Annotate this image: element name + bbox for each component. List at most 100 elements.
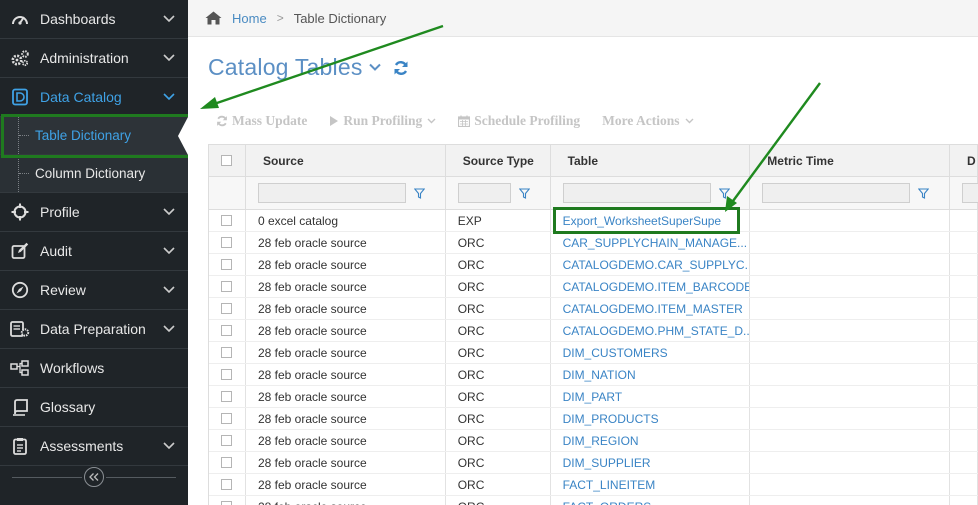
filter-icon[interactable] <box>718 187 730 199</box>
sidebar-collapse-button[interactable] <box>84 467 104 487</box>
column-header-source-type[interactable]: Source Type <box>446 145 551 176</box>
table-row[interactable]: 0 excel catalog EXP Export_WorksheetSuperS… <box>209 210 978 232</box>
chevron-down-icon <box>162 442 176 450</box>
filter-icon[interactable] <box>413 187 425 199</box>
cell-table-link[interactable]: DIM_SUPPLIER <box>551 452 751 473</box>
column-header-source[interactable]: Source <box>246 145 446 176</box>
row-checkbox[interactable] <box>221 325 233 336</box>
column-header-d[interactable]: D <box>950 145 978 176</box>
row-checkbox[interactable] <box>221 215 233 226</box>
row-checkbox[interactable] <box>221 237 233 248</box>
cell-table-link[interactable]: FACT_ORDERS <box>551 496 751 505</box>
gears-icon <box>10 49 30 67</box>
sidebar-item-audit[interactable]: Audit <box>0 232 188 271</box>
cell-table-link[interactable]: Export_WorksheetSuperSupe <box>551 210 751 231</box>
table-row[interactable]: 28 feb oracle source ORC FACT_LINEITEM <box>209 474 978 496</box>
table-row[interactable]: 28 feb oracle source ORC CATALOGDEMO.ITEM_… <box>209 276 978 298</box>
sidebar-item-review[interactable]: Review <box>0 271 188 310</box>
refresh-icon[interactable] <box>393 60 409 76</box>
table-row[interactable]: 28 feb oracle source ORC DIM_NATION <box>209 364 978 386</box>
table-row[interactable]: 28 feb oracle source ORC CAR_SUPPLYCHAIN_M… <box>209 232 978 254</box>
cell-source: 28 feb oracle source <box>246 342 446 363</box>
compass-icon <box>10 281 30 299</box>
sidebar-subitem-column-dictionary[interactable]: Column Dictionary <box>0 155 188 193</box>
row-checkbox[interactable] <box>221 391 233 402</box>
cell-metric-time <box>750 254 951 275</box>
sidebar-item-profile[interactable]: Profile <box>0 193 188 232</box>
cell-table-link[interactable]: DIM_NATION <box>551 364 751 385</box>
breadcrumb-home-link[interactable]: Home <box>232 11 267 26</box>
row-select-cell <box>209 452 246 473</box>
filter-icon[interactable] <box>518 187 530 199</box>
source-filter-input[interactable] <box>257 183 406 203</box>
row-checkbox[interactable] <box>221 369 233 380</box>
mass-update-label: Mass Update <box>232 113 308 128</box>
cell-source-type: ORC <box>446 320 551 341</box>
table-row[interactable]: 28 feb oracle source ORC CATALOGDEMO.CAR_S… <box>209 254 978 276</box>
column-header-metric-time[interactable]: Metric Time <box>750 145 951 176</box>
cell-table-link[interactable]: CATALOGDEMO.CAR_SUPPLYC... <box>551 254 751 275</box>
table-row[interactable]: 28 feb oracle source ORC CATALOGDEMO.ITEM_… <box>209 298 978 320</box>
cell-table-link[interactable]: FACT_LINEITEM <box>551 474 751 495</box>
sidebar-item-assessments[interactable]: Assessments <box>0 427 188 466</box>
cell-table-link[interactable]: DIM_CUSTOMERS <box>551 342 751 363</box>
run-profiling-button[interactable]: Run Profiling <box>329 113 436 129</box>
table-row[interactable]: 28 feb oracle source ORC DIM_PART <box>209 386 978 408</box>
cell-table-link[interactable]: CATALOGDEMO.PHM_STATE_D... <box>551 320 751 341</box>
table-row[interactable]: 28 feb oracle sourceORCFACT_ORDERS <box>209 496 978 505</box>
cell-source: 28 feb oracle source <box>246 298 446 319</box>
sidebar-item-dashboards[interactable]: Dashboards <box>0 0 188 39</box>
cell-source-type: ORC <box>446 254 551 275</box>
row-checkbox[interactable] <box>221 435 233 446</box>
sidebar-item-administration[interactable]: Administration <box>0 39 188 78</box>
cell-table-link[interactable]: DIM_PART <box>551 386 751 407</box>
table-row[interactable]: 28 feb oracle source ORC CATALOGDEMO.PHM_S… <box>209 320 978 342</box>
table-row[interactable]: 28 feb oracle source ORC DIM_CUSTOMERS <box>209 342 978 364</box>
table-row[interactable]: 28 feb oracle source ORC DIM_REGION <box>209 430 978 452</box>
row-checkbox[interactable] <box>221 501 233 505</box>
cell-table-link[interactable]: CATALOGDEMO.ITEM_BARCODE <box>551 276 751 297</box>
row-checkbox[interactable] <box>221 303 233 314</box>
cell-table-link[interactable]: DIM_REGION <box>551 430 751 451</box>
cell-table-link[interactable]: DIM_PRODUCTS <box>551 408 751 429</box>
row-checkbox[interactable] <box>221 413 233 424</box>
source-type-filter-input[interactable] <box>457 183 511 203</box>
sidebar-item-workflows[interactable]: Workflows <box>0 349 188 388</box>
metric-time-filter-input[interactable] <box>762 183 911 203</box>
sidebar-item-data-preparation[interactable]: Data Preparation <box>0 310 188 349</box>
row-select-cell <box>209 496 246 505</box>
row-select-cell <box>209 298 246 319</box>
cell-source: 28 feb oracle source <box>246 474 446 495</box>
mass-update-button[interactable]: Mass Update <box>216 113 307 129</box>
cell-metric-time <box>750 342 951 363</box>
cell-table-link[interactable]: CAR_SUPPLYCHAIN_MANAGE... <box>551 232 751 253</box>
row-select-cell <box>209 386 246 407</box>
more-actions-label: More Actions <box>602 113 680 128</box>
more-actions-button[interactable]: More Actions <box>602 113 694 129</box>
filter-icon[interactable] <box>918 187 930 199</box>
chevron-down-icon <box>162 15 176 23</box>
row-checkbox[interactable] <box>221 347 233 358</box>
sidebar-subitem-label: Table Dictionary <box>35 128 132 143</box>
row-checkbox[interactable] <box>221 479 233 490</box>
sidebar-item-data-catalog[interactable]: Data Catalog <box>0 78 188 117</box>
select-all-checkbox[interactable] <box>221 155 233 166</box>
table-row[interactable]: 28 feb oracle source ORC DIM_PRODUCTS <box>209 408 978 430</box>
schedule-profiling-button[interactable]: Schedule Profiling <box>458 113 580 129</box>
row-checkbox[interactable] <box>221 281 233 292</box>
row-checkbox[interactable] <box>221 259 233 270</box>
cell-table-link[interactable]: CATALOGDEMO.ITEM_MASTER <box>551 298 751 319</box>
column-header-table[interactable]: Table <box>551 145 751 176</box>
sidebar-subitem-table-dictionary[interactable]: Table Dictionary <box>0 117 188 155</box>
sidebar-item-glossary[interactable]: Glossary <box>0 388 188 427</box>
chevron-down-icon[interactable] <box>368 63 381 72</box>
table-filter-input[interactable] <box>562 183 711 203</box>
cell-d <box>950 496 978 505</box>
d-filter-input[interactable] <box>962 183 978 203</box>
row-checkbox[interactable] <box>221 457 233 468</box>
home-icon[interactable] <box>205 11 222 25</box>
sidebar-item-label: Administration <box>40 50 129 66</box>
refresh-icon <box>216 115 228 127</box>
table-row[interactable]: 28 feb oracle source ORC DIM_SUPPLIER <box>209 452 978 474</box>
catalog-tables-grid: Source Source Type Table Metric Time D 0… <box>208 144 978 505</box>
